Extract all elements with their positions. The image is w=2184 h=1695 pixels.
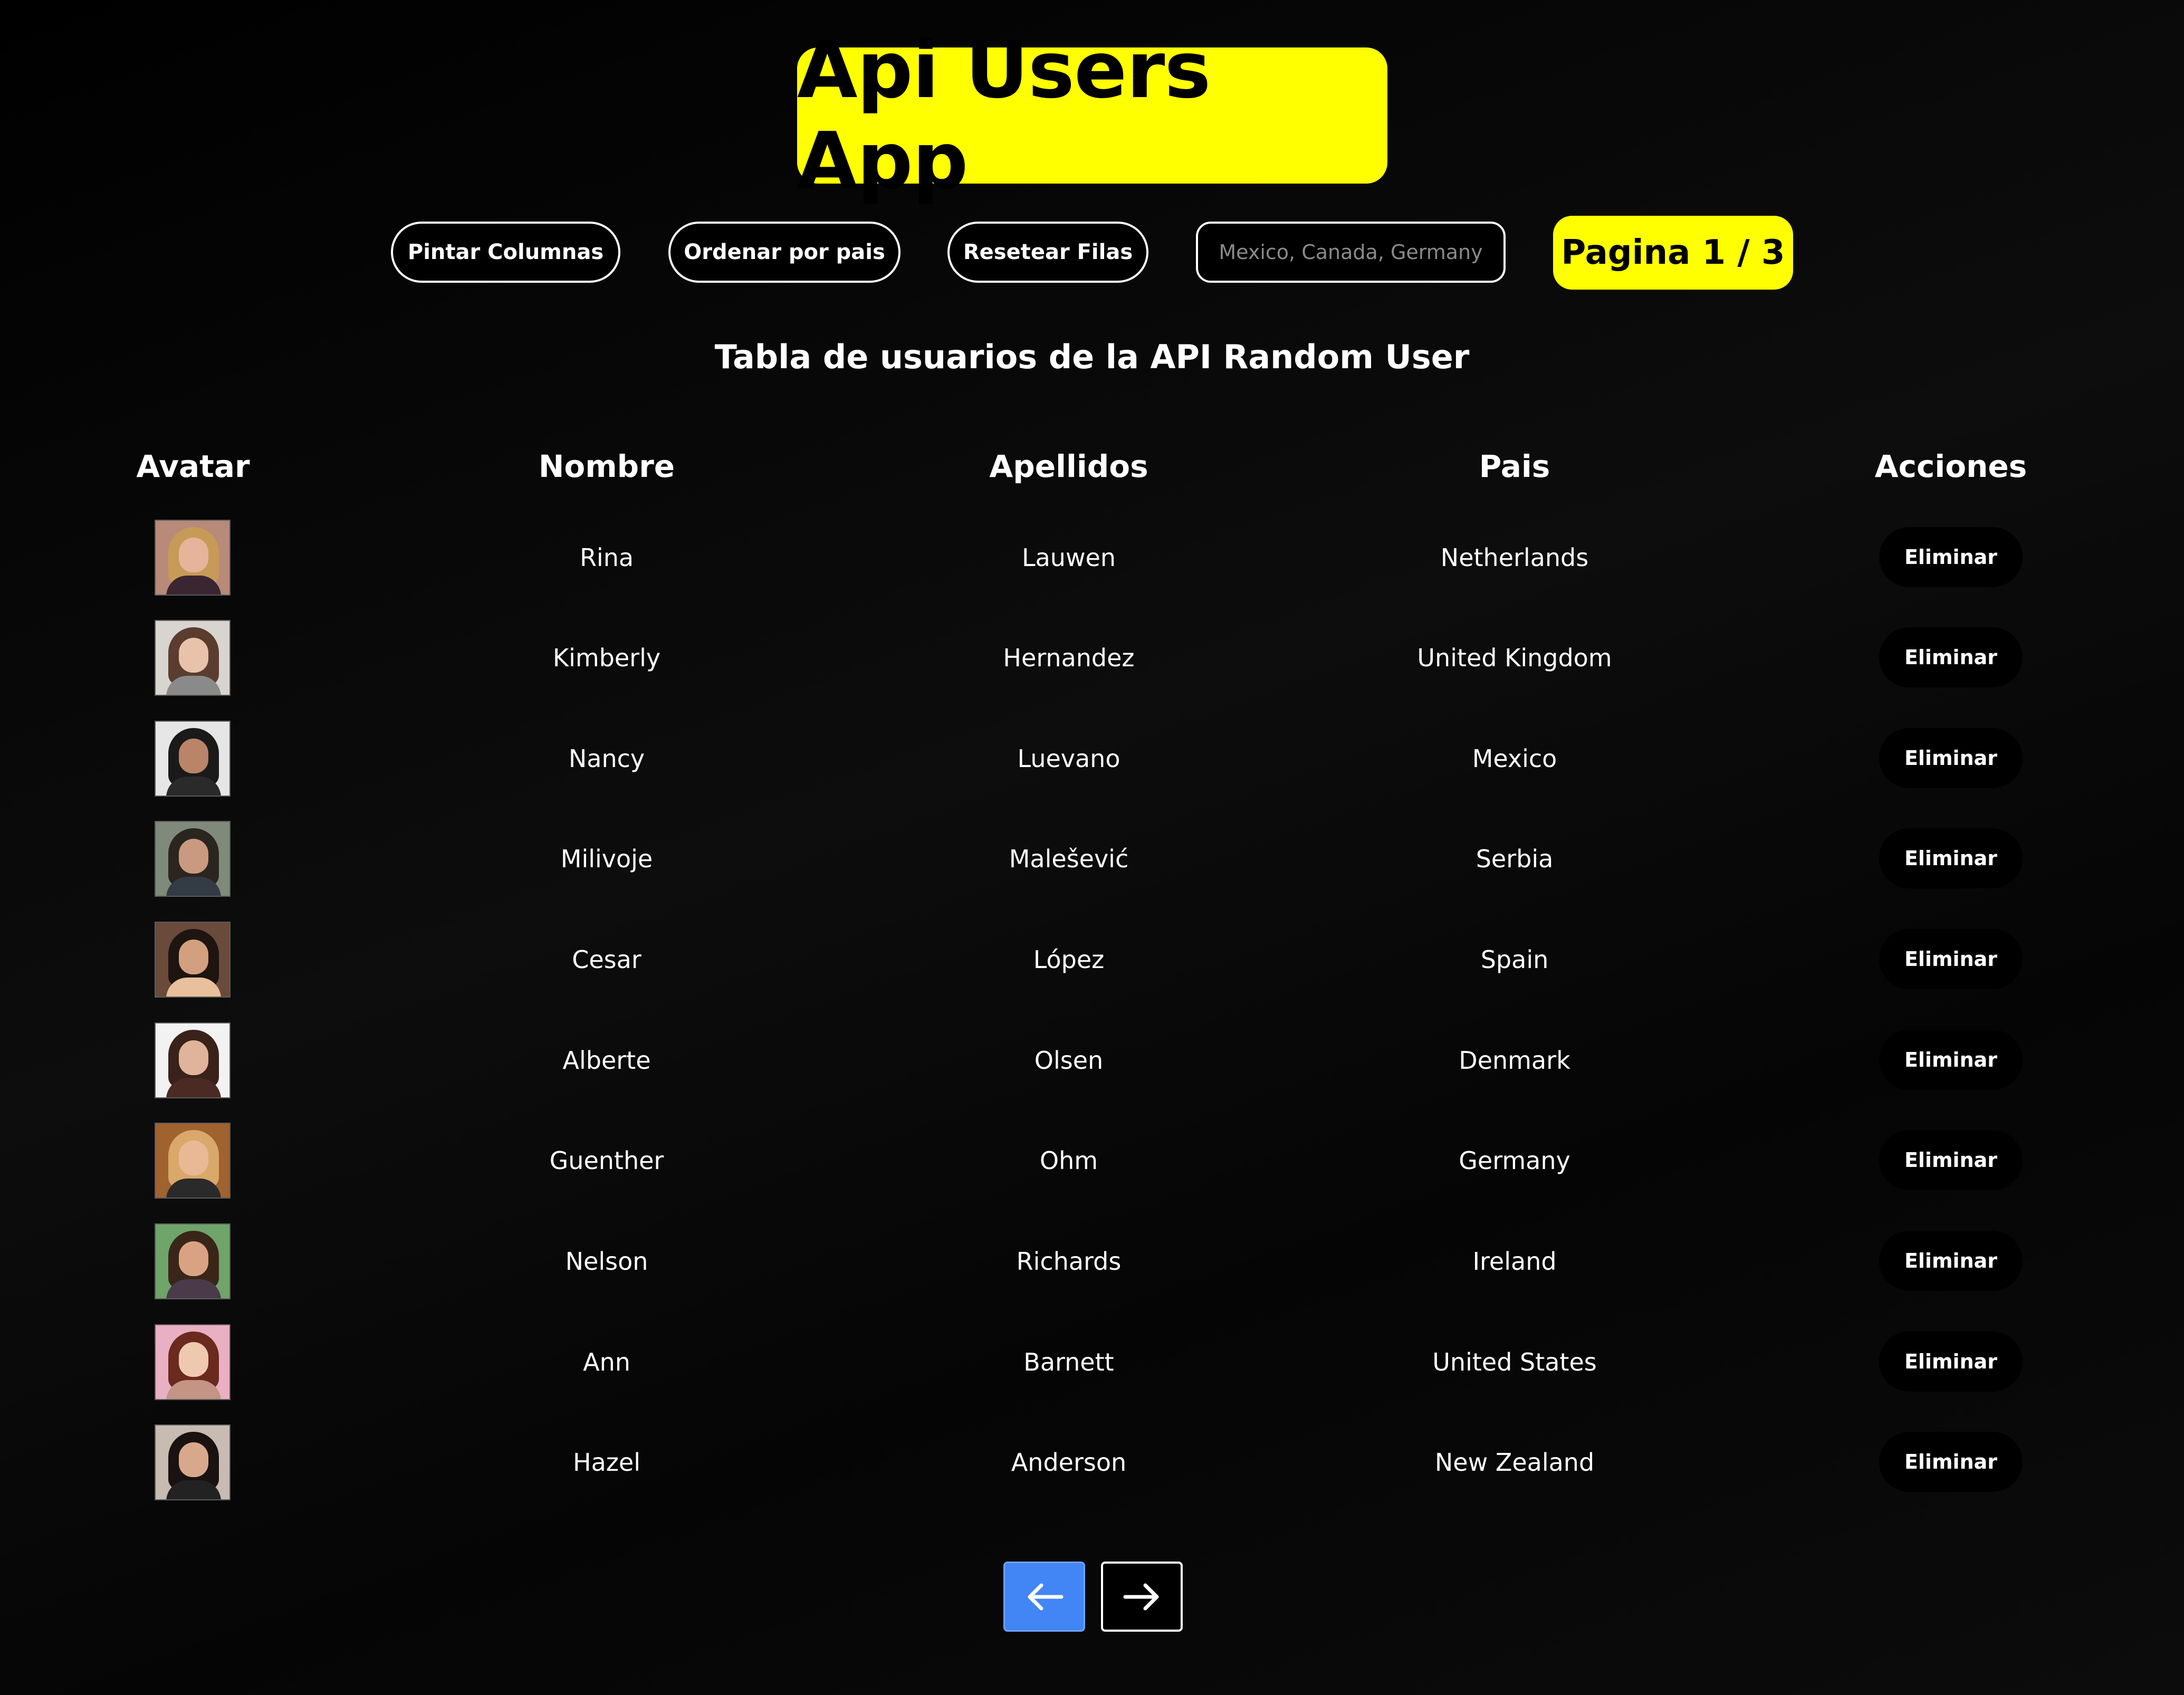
cell-first-name: Nancy (568, 744, 645, 773)
previous-page-button[interactable] (1003, 1562, 1085, 1632)
delete-button[interactable]: Eliminar (1879, 1332, 2023, 1392)
delete-button[interactable]: Eliminar (1879, 1432, 2023, 1492)
avatar (155, 1424, 231, 1500)
cell-country: Serbia (1476, 845, 1554, 873)
reset-rows-button[interactable]: Resetear Filas (947, 222, 1148, 283)
next-page-button[interactable] (1101, 1562, 1183, 1632)
arrow-right-icon (1123, 1583, 1158, 1610)
cell-country: Netherlands (1440, 543, 1589, 572)
cell-country: Mexico (1472, 744, 1557, 773)
table-row: Milivoje Malešević Serbia Eliminar (0, 819, 2184, 898)
cell-country: United States (1432, 1348, 1597, 1376)
cell-first-name: Rina (579, 543, 634, 572)
cell-last-name: Hernandez (1003, 644, 1135, 672)
app-title: Api Users App (797, 25, 1387, 206)
delete-button[interactable]: Eliminar (1879, 1130, 2023, 1190)
table-row: Alberte Olsen Denmark Eliminar (0, 1021, 2184, 1100)
cell-country: United Kingdom (1417, 644, 1612, 672)
cell-first-name: Milivoje (560, 845, 653, 873)
cell-last-name: Malešević (1009, 845, 1129, 873)
table-row: Kimberly Hernandez United Kingdom Elimin… (0, 618, 2184, 697)
table-row: Cesar López Spain Eliminar (0, 920, 2184, 999)
delete-button[interactable]: Eliminar (1879, 929, 2023, 989)
table-row: Nelson Richards Ireland Eliminar (0, 1222, 2184, 1301)
table-row: Guenther Ohm Germany Eliminar (0, 1121, 2184, 1200)
header-country: Pais (1479, 448, 1550, 484)
cell-last-name: Olsen (1034, 1046, 1104, 1075)
delete-button[interactable]: Eliminar (1879, 728, 2023, 788)
header-last-name: Apellidos (989, 448, 1148, 484)
avatar (155, 821, 231, 897)
avatar (155, 1223, 231, 1299)
header-avatar: Avatar (136, 448, 250, 484)
cell-first-name: Cesar (572, 945, 641, 974)
country-filter-input[interactable] (1196, 222, 1506, 283)
cell-last-name: Barnett (1023, 1348, 1114, 1376)
page-indicator: Pagina 1 / 3 (1553, 216, 1793, 290)
table-row: Ann Barnett United States Eliminar (0, 1323, 2184, 1402)
cell-last-name: Lauwen (1021, 543, 1116, 572)
table-row: Rina Lauwen Netherlands Eliminar (0, 518, 2184, 597)
header-first-name: Nombre (538, 448, 675, 484)
table-row: Nancy Luevano Mexico Eliminar (0, 719, 2184, 798)
avatar (155, 1324, 231, 1400)
cell-first-name: Nelson (565, 1247, 648, 1276)
avatar (155, 620, 231, 696)
cell-last-name: Anderson (1011, 1448, 1127, 1477)
avatar (155, 520, 231, 596)
avatar (155, 721, 231, 797)
avatar (155, 922, 231, 998)
cell-country: Denmark (1459, 1046, 1570, 1075)
paint-columns-button[interactable]: Pintar Columnas (391, 222, 620, 283)
delete-button[interactable]: Eliminar (1879, 828, 2023, 888)
table-row: Hazel Anderson New Zealand Eliminar (0, 1423, 2184, 1502)
delete-button[interactable]: Eliminar (1879, 527, 2023, 587)
cell-last-name: López (1033, 945, 1105, 974)
cell-first-name: Ann (583, 1348, 630, 1376)
arrow-left-icon (1028, 1583, 1063, 1610)
cell-last-name: Ohm (1039, 1146, 1098, 1175)
cell-first-name: Alberte (562, 1046, 651, 1075)
avatar (155, 1022, 231, 1098)
cell-last-name: Richards (1016, 1247, 1122, 1276)
delete-button[interactable]: Eliminar (1879, 627, 2023, 687)
delete-button[interactable]: Eliminar (1879, 1030, 2023, 1090)
cell-country: Germany (1459, 1146, 1570, 1175)
header-actions: Acciones (1874, 448, 2027, 484)
avatar (155, 1123, 231, 1199)
cell-country: Spain (1480, 945, 1549, 974)
cell-country: New Zealand (1434, 1448, 1595, 1477)
sort-by-country-button[interactable]: Ordenar por pais (668, 222, 901, 283)
cell-country: Ireland (1472, 1247, 1557, 1276)
cell-first-name: Guenther (549, 1146, 664, 1175)
delete-button[interactable]: Eliminar (1879, 1231, 2023, 1291)
cell-last-name: Luevano (1017, 744, 1120, 773)
table-title: Tabla de usuarios de la API Random User (714, 338, 1470, 376)
cell-first-name: Kimberly (552, 644, 661, 672)
cell-first-name: Hazel (572, 1448, 640, 1477)
